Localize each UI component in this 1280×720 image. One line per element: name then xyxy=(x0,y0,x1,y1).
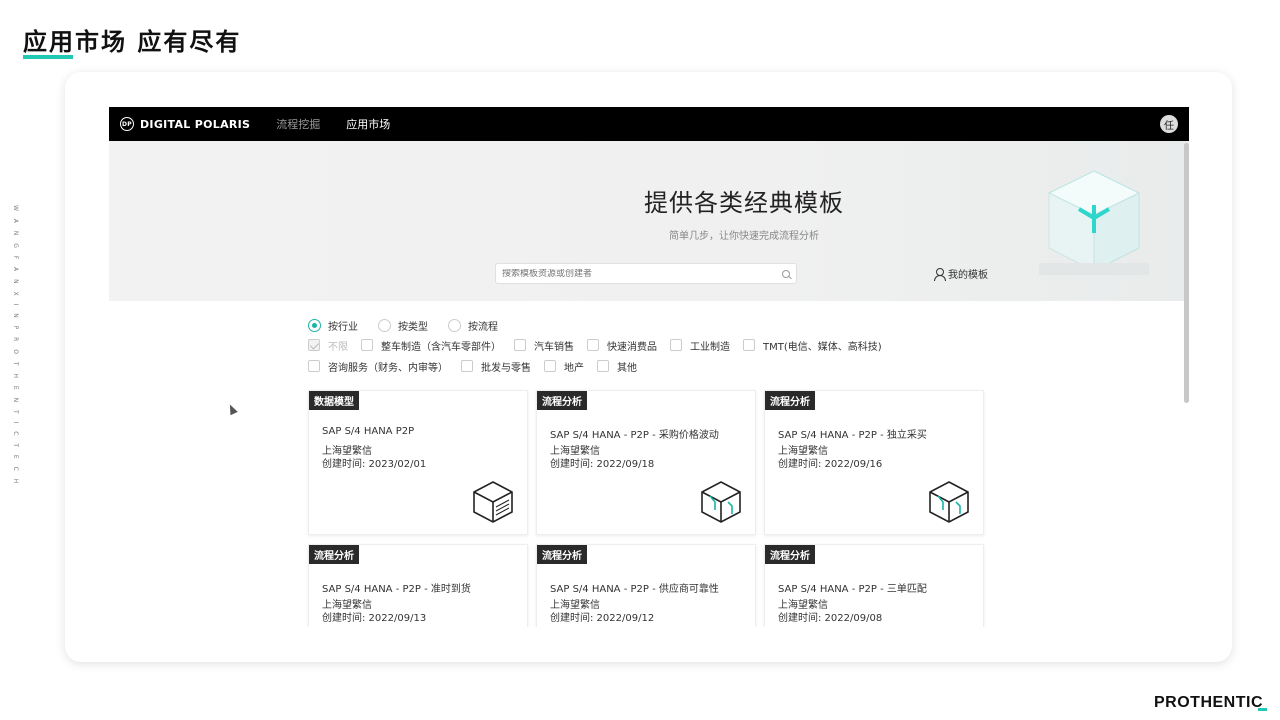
template-card[interactable]: 流程分析 SAP S/4 HANA - P2P - 准时到货 上海望繁信 创建时… xyxy=(308,544,528,627)
radio-label: 按行业 xyxy=(328,321,358,333)
process-cube-icon xyxy=(701,481,741,523)
filter-mode-group: 按行业 按类型 按流程 xyxy=(308,317,895,333)
checkbox-wholesale-retail[interactable] xyxy=(461,360,473,372)
checkbox-label: 快速消费品 xyxy=(607,341,657,353)
card-title: SAP S/4 HANA P2P xyxy=(322,426,415,437)
card-tag: 流程分析 xyxy=(537,391,587,410)
checkbox-label: 整车制造（含汽车零部件） xyxy=(381,341,501,353)
filter-panel: 按行业 按类型 按流程 不限 整车制造（含汽车零部件） 汽车销售 快速消费品 工… xyxy=(308,317,895,375)
checkbox-label: 不限 xyxy=(328,341,348,353)
checkbox-label: 地产 xyxy=(564,362,584,374)
card-tag: 数据模型 xyxy=(309,391,359,410)
process-cube-icon xyxy=(929,481,969,523)
slide-title: 应用市场 应有尽有 xyxy=(23,28,242,56)
brand[interactable]: DP DIGITAL POLARIS xyxy=(120,117,250,131)
checkbox-real-estate[interactable] xyxy=(544,360,556,372)
template-card[interactable]: 流程分析 SAP S/4 HANA - P2P - 采购价格波动 上海望繁信 创… xyxy=(536,390,756,535)
avatar[interactable]: 任 xyxy=(1160,115,1178,133)
footer-logo-accent xyxy=(1258,708,1267,711)
radio-by-industry[interactable] xyxy=(308,318,321,332)
industry-filter-row-2: 咨询服务（财务、内审等） 批发与零售 地产 其他 xyxy=(308,357,895,375)
nav-app-market[interactable]: 应用市场 xyxy=(346,116,390,132)
hero-banner: 提供各类经典模板 简单几步，让你快速完成流程分析 我的模板 xyxy=(109,141,1189,301)
user-icon xyxy=(934,267,946,281)
search-input[interactable] xyxy=(502,268,782,279)
my-templates-link[interactable]: 我的模板 xyxy=(934,266,988,281)
card-date: 创建时间: 2022/09/13 xyxy=(322,613,427,624)
search-box xyxy=(495,263,797,284)
card-date: 创建时间: 2022/09/12 xyxy=(550,613,655,624)
banner-subtitle: 简单几步，让你快速完成流程分析 xyxy=(669,231,819,242)
checkbox-label: TMT(电信、媒体、高科技) xyxy=(763,341,882,353)
brand-logo-icon: DP xyxy=(120,117,134,131)
card-title: SAP S/4 HANA - P2P - 准时到货 xyxy=(322,584,471,595)
scrollbar[interactable] xyxy=(1184,143,1189,403)
app-window: DP DIGITAL POLARIS 流程挖掘 应用市场 任 提供各类经典模板 … xyxy=(109,107,1189,627)
brand-name: DIGITAL POLARIS xyxy=(140,117,251,131)
checkbox-label: 工业制造 xyxy=(690,341,730,353)
card-tag: 流程分析 xyxy=(537,545,587,564)
checkbox-label: 咨询服务（财务、内审等） xyxy=(328,362,448,374)
top-navbar: DP DIGITAL POLARIS 流程挖掘 应用市场 任 xyxy=(109,107,1189,141)
nav-process-mining[interactable]: 流程挖掘 xyxy=(276,116,320,132)
card-date: 创建时间: 2023/02/01 xyxy=(322,459,427,470)
card-date: 创建时间: 2022/09/08 xyxy=(778,613,883,624)
checkbox-vehicle-manufacturing[interactable] xyxy=(361,339,373,351)
checkbox-auto-sales[interactable] xyxy=(514,339,526,351)
checkbox-consulting[interactable] xyxy=(308,360,320,372)
checkbox-label: 其他 xyxy=(617,362,637,374)
card-title: SAP S/4 HANA - P2P - 采购价格波动 xyxy=(550,430,719,441)
radio-label: 按流程 xyxy=(468,321,498,333)
card-title: SAP S/4 HANA - P2P - 供应商可靠性 xyxy=(550,584,719,595)
decorative-cube-icon xyxy=(1039,170,1149,275)
search-icon[interactable] xyxy=(782,269,790,278)
card-title: SAP S/4 HANA - P2P - 三单匹配 xyxy=(778,584,927,595)
screenshot-frame: DP DIGITAL POLARIS 流程挖掘 应用市场 任 提供各类经典模板 … xyxy=(65,72,1232,662)
checkbox-fmcg[interactable] xyxy=(587,339,599,351)
checkbox-unlimited[interactable] xyxy=(308,339,320,351)
template-card[interactable]: 数据模型 SAP S/4 HANA P2P 上海望繁信 创建时间: 2023/0… xyxy=(308,390,528,535)
banner-title: 提供各类经典模板 xyxy=(644,189,844,217)
card-tag: 流程分析 xyxy=(765,391,815,410)
checkbox-label: 批发与零售 xyxy=(481,362,531,374)
footer-logo: PROTHENTIC xyxy=(1154,694,1263,711)
checkbox-label: 汽车销售 xyxy=(534,341,574,353)
checkbox-industrial[interactable] xyxy=(670,339,682,351)
radio-by-process[interactable] xyxy=(448,318,461,332)
card-date: 创建时间: 2022/09/18 xyxy=(550,459,655,470)
industry-filter-row-1: 不限 整车制造（含汽车零部件） 汽车销售 快速消费品 工业制造 TMT(电信、媒… xyxy=(308,336,895,354)
mouse-cursor-icon xyxy=(226,402,238,416)
side-vertical-text: W A N G F A N X I N P R O T H E N T I C … xyxy=(12,205,19,487)
template-card[interactable]: 流程分析 SAP S/4 HANA - P2P - 三单匹配 上海望繁信 创建时… xyxy=(764,544,984,627)
radio-by-type[interactable] xyxy=(378,318,391,332)
template-card[interactable]: 流程分析 SAP S/4 HANA - P2P - 独立采买 上海望繁信 创建时… xyxy=(764,390,984,535)
checkbox-tmt[interactable] xyxy=(743,339,755,351)
card-tag: 流程分析 xyxy=(765,545,815,564)
card-tag: 流程分析 xyxy=(309,545,359,564)
checkbox-other[interactable] xyxy=(597,360,609,372)
data-model-cube-icon xyxy=(473,481,513,523)
title-underline xyxy=(23,55,73,59)
template-card[interactable]: 流程分析 SAP S/4 HANA - P2P - 供应商可靠性 上海望繁信 创… xyxy=(536,544,756,627)
my-templates-label: 我的模板 xyxy=(948,270,988,281)
card-title: SAP S/4 HANA - P2P - 独立采买 xyxy=(778,430,927,441)
card-date: 创建时间: 2022/09/16 xyxy=(778,459,883,470)
radio-label: 按类型 xyxy=(398,321,428,333)
